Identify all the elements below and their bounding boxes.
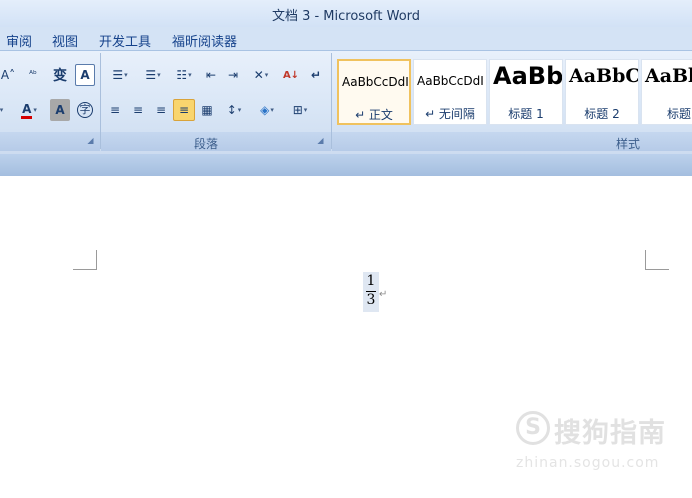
style-sample: AaBbCcDdI bbox=[417, 74, 484, 88]
style-sample: AaBb bbox=[493, 62, 563, 90]
watermark: S 搜狗指南 zhinan.sogou.com bbox=[516, 409, 686, 479]
character-border-icon[interactable]: A bbox=[75, 64, 95, 86]
align-center-icon[interactable]: ≡ bbox=[127, 99, 149, 121]
title-bar: 文档 3 - Microsoft Word bbox=[0, 0, 692, 27]
style-name: 标题 1 bbox=[508, 107, 544, 121]
watermark-text: 搜狗指南 bbox=[554, 418, 666, 449]
sort-icon[interactable]: A↓ bbox=[280, 64, 302, 86]
paragraph-mark-icon: ↵ bbox=[379, 289, 388, 300]
borders-icon[interactable]: ⊞ ▾ bbox=[284, 99, 316, 121]
increase-indent-icon[interactable]: ⇥ bbox=[222, 64, 244, 86]
tab-review[interactable]: 审阅 bbox=[6, 31, 32, 50]
watermark-url: zhinan.sogou.com bbox=[516, 455, 660, 471]
tab-view[interactable]: 视图 bbox=[52, 31, 78, 50]
grow-font-icon[interactable]: A˄ bbox=[0, 64, 18, 86]
distributed-icon[interactable]: ▦ bbox=[196, 99, 218, 121]
margin-corner-mark bbox=[73, 250, 97, 270]
numbering-icon[interactable]: ☰ ▾ bbox=[137, 64, 169, 86]
align-right-icon[interactable]: ≡ bbox=[150, 99, 172, 121]
highlight-dropdown[interactable]: ▾ bbox=[0, 99, 8, 121]
style-title[interactable]: AaBb 标题 bbox=[641, 59, 692, 125]
style-name: ↵ 正文 bbox=[355, 108, 393, 122]
margin-corner-mark bbox=[645, 250, 669, 270]
font-color-button[interactable]: A ▾ bbox=[12, 99, 46, 121]
ribbon: ◢ A˄ ᴬᵇ 变 A ▾ A ▾ A 字 段落 ◢ ☰ ▾ ☰ ▾ ☷ ▾ ⇤… bbox=[0, 51, 692, 154]
chevron-down-icon: ▾ bbox=[33, 106, 37, 114]
decrease-indent-icon[interactable]: ⇤ bbox=[200, 64, 222, 86]
document-page[interactable]: 1 3 ↵ S 搜狗指南 zhinan.sogou.com bbox=[0, 176, 692, 498]
character-shading-icon[interactable]: A bbox=[50, 99, 70, 121]
paragraph-dialog-launcher-icon[interactable]: ◢ bbox=[316, 137, 325, 146]
style-heading-2[interactable]: AaBbC 标题 2 bbox=[565, 59, 639, 125]
bullets-icon[interactable]: ☰ ▾ bbox=[104, 64, 136, 86]
tab-developer[interactable]: 开发工具 bbox=[99, 31, 151, 50]
style-name: 标题 2 bbox=[584, 107, 620, 121]
style-name: ↵ 无间隔 bbox=[425, 107, 475, 121]
phonetic-guide-icon[interactable]: 变 bbox=[48, 64, 72, 86]
style-sample: AaBb bbox=[645, 65, 692, 87]
chinese-layout-icon[interactable]: ✕ ▾ bbox=[246, 64, 276, 86]
style-heading-1[interactable]: AaBb 标题 1 bbox=[489, 59, 563, 125]
window-title: 文档 3 - Microsoft Word bbox=[271, 9, 421, 24]
align-left-icon[interactable]: ≡ bbox=[104, 99, 126, 121]
style-no-spacing[interactable]: AaBbCcDdI ↵ 无间隔 bbox=[413, 59, 487, 125]
paragraph-group-label: 段落 bbox=[193, 137, 218, 151]
word-window: 文档 3 - Microsoft Word 审阅 视图 开发工具 福昕阅读器 ◢… bbox=[0, 0, 692, 498]
multilevel-list-icon[interactable]: ☷ ▾ bbox=[170, 64, 198, 86]
style-sample: AaBbCcDdI bbox=[342, 75, 409, 89]
menu-bar: 审阅 视图 开发工具 福昕阅读器 bbox=[0, 27, 692, 51]
style-sample: AaBbC bbox=[569, 65, 639, 87]
style-normal[interactable]: AaBbCcDdI ↵ 正文 bbox=[337, 59, 411, 125]
fraction-equation[interactable]: 1 3 bbox=[363, 272, 379, 312]
equation-denominator[interactable]: 3 bbox=[363, 292, 379, 308]
styles-group-label: 样式 bbox=[615, 137, 640, 151]
equation-numerator[interactable]: 1 bbox=[363, 273, 379, 289]
ruler-area bbox=[0, 154, 692, 176]
style-name: 标题 bbox=[666, 107, 691, 121]
font-dialog-launcher-icon[interactable]: ◢ bbox=[86, 137, 95, 146]
justify-icon[interactable]: ≡ bbox=[173, 99, 195, 121]
show-marks-icon[interactable]: ↵ bbox=[305, 64, 327, 86]
tab-foxit-reader[interactable]: 福昕阅读器 bbox=[172, 31, 237, 50]
clear-format-icon[interactable]: ᴬᵇ bbox=[22, 64, 44, 86]
shading-icon[interactable]: ◈ ▾ bbox=[252, 99, 282, 121]
font-group-footer bbox=[0, 132, 100, 151]
enclose-character-icon[interactable]: 字 bbox=[74, 99, 96, 121]
font-color-icon: A bbox=[21, 102, 33, 119]
sogou-logo-icon: S bbox=[516, 411, 550, 445]
line-spacing-icon[interactable]: ↕ ▾ bbox=[219, 99, 249, 121]
